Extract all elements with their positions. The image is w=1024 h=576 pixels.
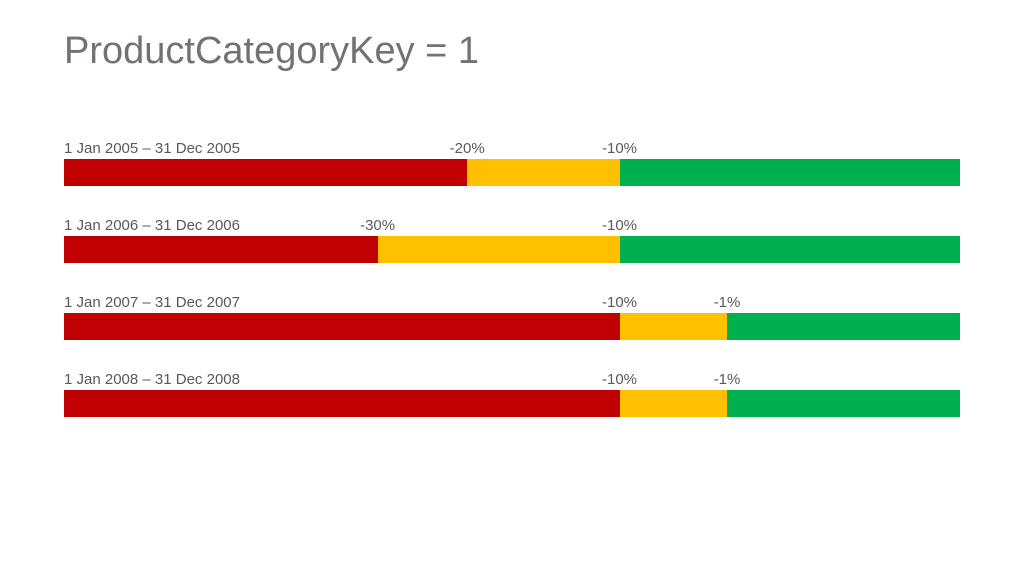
segment-red xyxy=(64,313,620,340)
threshold-red-yellow: -10% xyxy=(602,294,637,311)
stacked-bar xyxy=(64,159,960,186)
chart-row: 1 Jan 2006 – 31 Dec 2006 -30% -10% xyxy=(64,212,960,263)
period-label: 1 Jan 2008 – 31 Dec 2008 xyxy=(64,371,240,388)
segment-red xyxy=(64,159,467,186)
segment-yellow xyxy=(378,236,620,263)
threshold-yellow-green: -1% xyxy=(714,294,741,311)
period-label: 1 Jan 2007 – 31 Dec 2007 xyxy=(64,294,240,311)
threshold-yellow-green: -1% xyxy=(714,371,741,388)
chart-row: 1 Jan 2005 – 31 Dec 2005 -20% -10% xyxy=(64,135,960,186)
row-labels: 1 Jan 2005 – 31 Dec 2005 -20% -10% xyxy=(64,135,960,159)
threshold-yellow-green: -10% xyxy=(602,140,637,157)
segment-yellow xyxy=(620,390,728,417)
stacked-bar-chart: 1 Jan 2005 – 31 Dec 2005 -20% -10% 1 Jan… xyxy=(64,135,960,417)
period-label: 1 Jan 2006 – 31 Dec 2006 xyxy=(64,217,240,234)
segment-red xyxy=(64,390,620,417)
row-labels: 1 Jan 2007 – 31 Dec 2007 -10% -1% xyxy=(64,289,960,313)
segment-green xyxy=(727,313,960,340)
threshold-yellow-green: -10% xyxy=(602,217,637,234)
threshold-red-yellow: -10% xyxy=(602,371,637,388)
row-labels: 1 Jan 2008 – 31 Dec 2008 -10% -1% xyxy=(64,366,960,390)
stacked-bar xyxy=(64,313,960,340)
threshold-red-yellow: -20% xyxy=(450,140,485,157)
slide: ProductCategoryKey = 1 1 Jan 2005 – 31 D… xyxy=(0,0,1024,483)
chart-row: 1 Jan 2007 – 31 Dec 2007 -10% -1% xyxy=(64,289,960,340)
segment-green xyxy=(620,159,960,186)
segment-yellow xyxy=(467,159,619,186)
threshold-red-yellow: -30% xyxy=(360,217,395,234)
segment-green xyxy=(727,390,960,417)
page-title: ProductCategoryKey = 1 xyxy=(64,30,960,73)
stacked-bar xyxy=(64,390,960,417)
stacked-bar xyxy=(64,236,960,263)
row-labels: 1 Jan 2006 – 31 Dec 2006 -30% -10% xyxy=(64,212,960,236)
segment-red xyxy=(64,236,378,263)
segment-yellow xyxy=(620,313,728,340)
period-label: 1 Jan 2005 – 31 Dec 2005 xyxy=(64,140,240,157)
chart-row: 1 Jan 2008 – 31 Dec 2008 -10% -1% xyxy=(64,366,960,417)
segment-green xyxy=(620,236,960,263)
